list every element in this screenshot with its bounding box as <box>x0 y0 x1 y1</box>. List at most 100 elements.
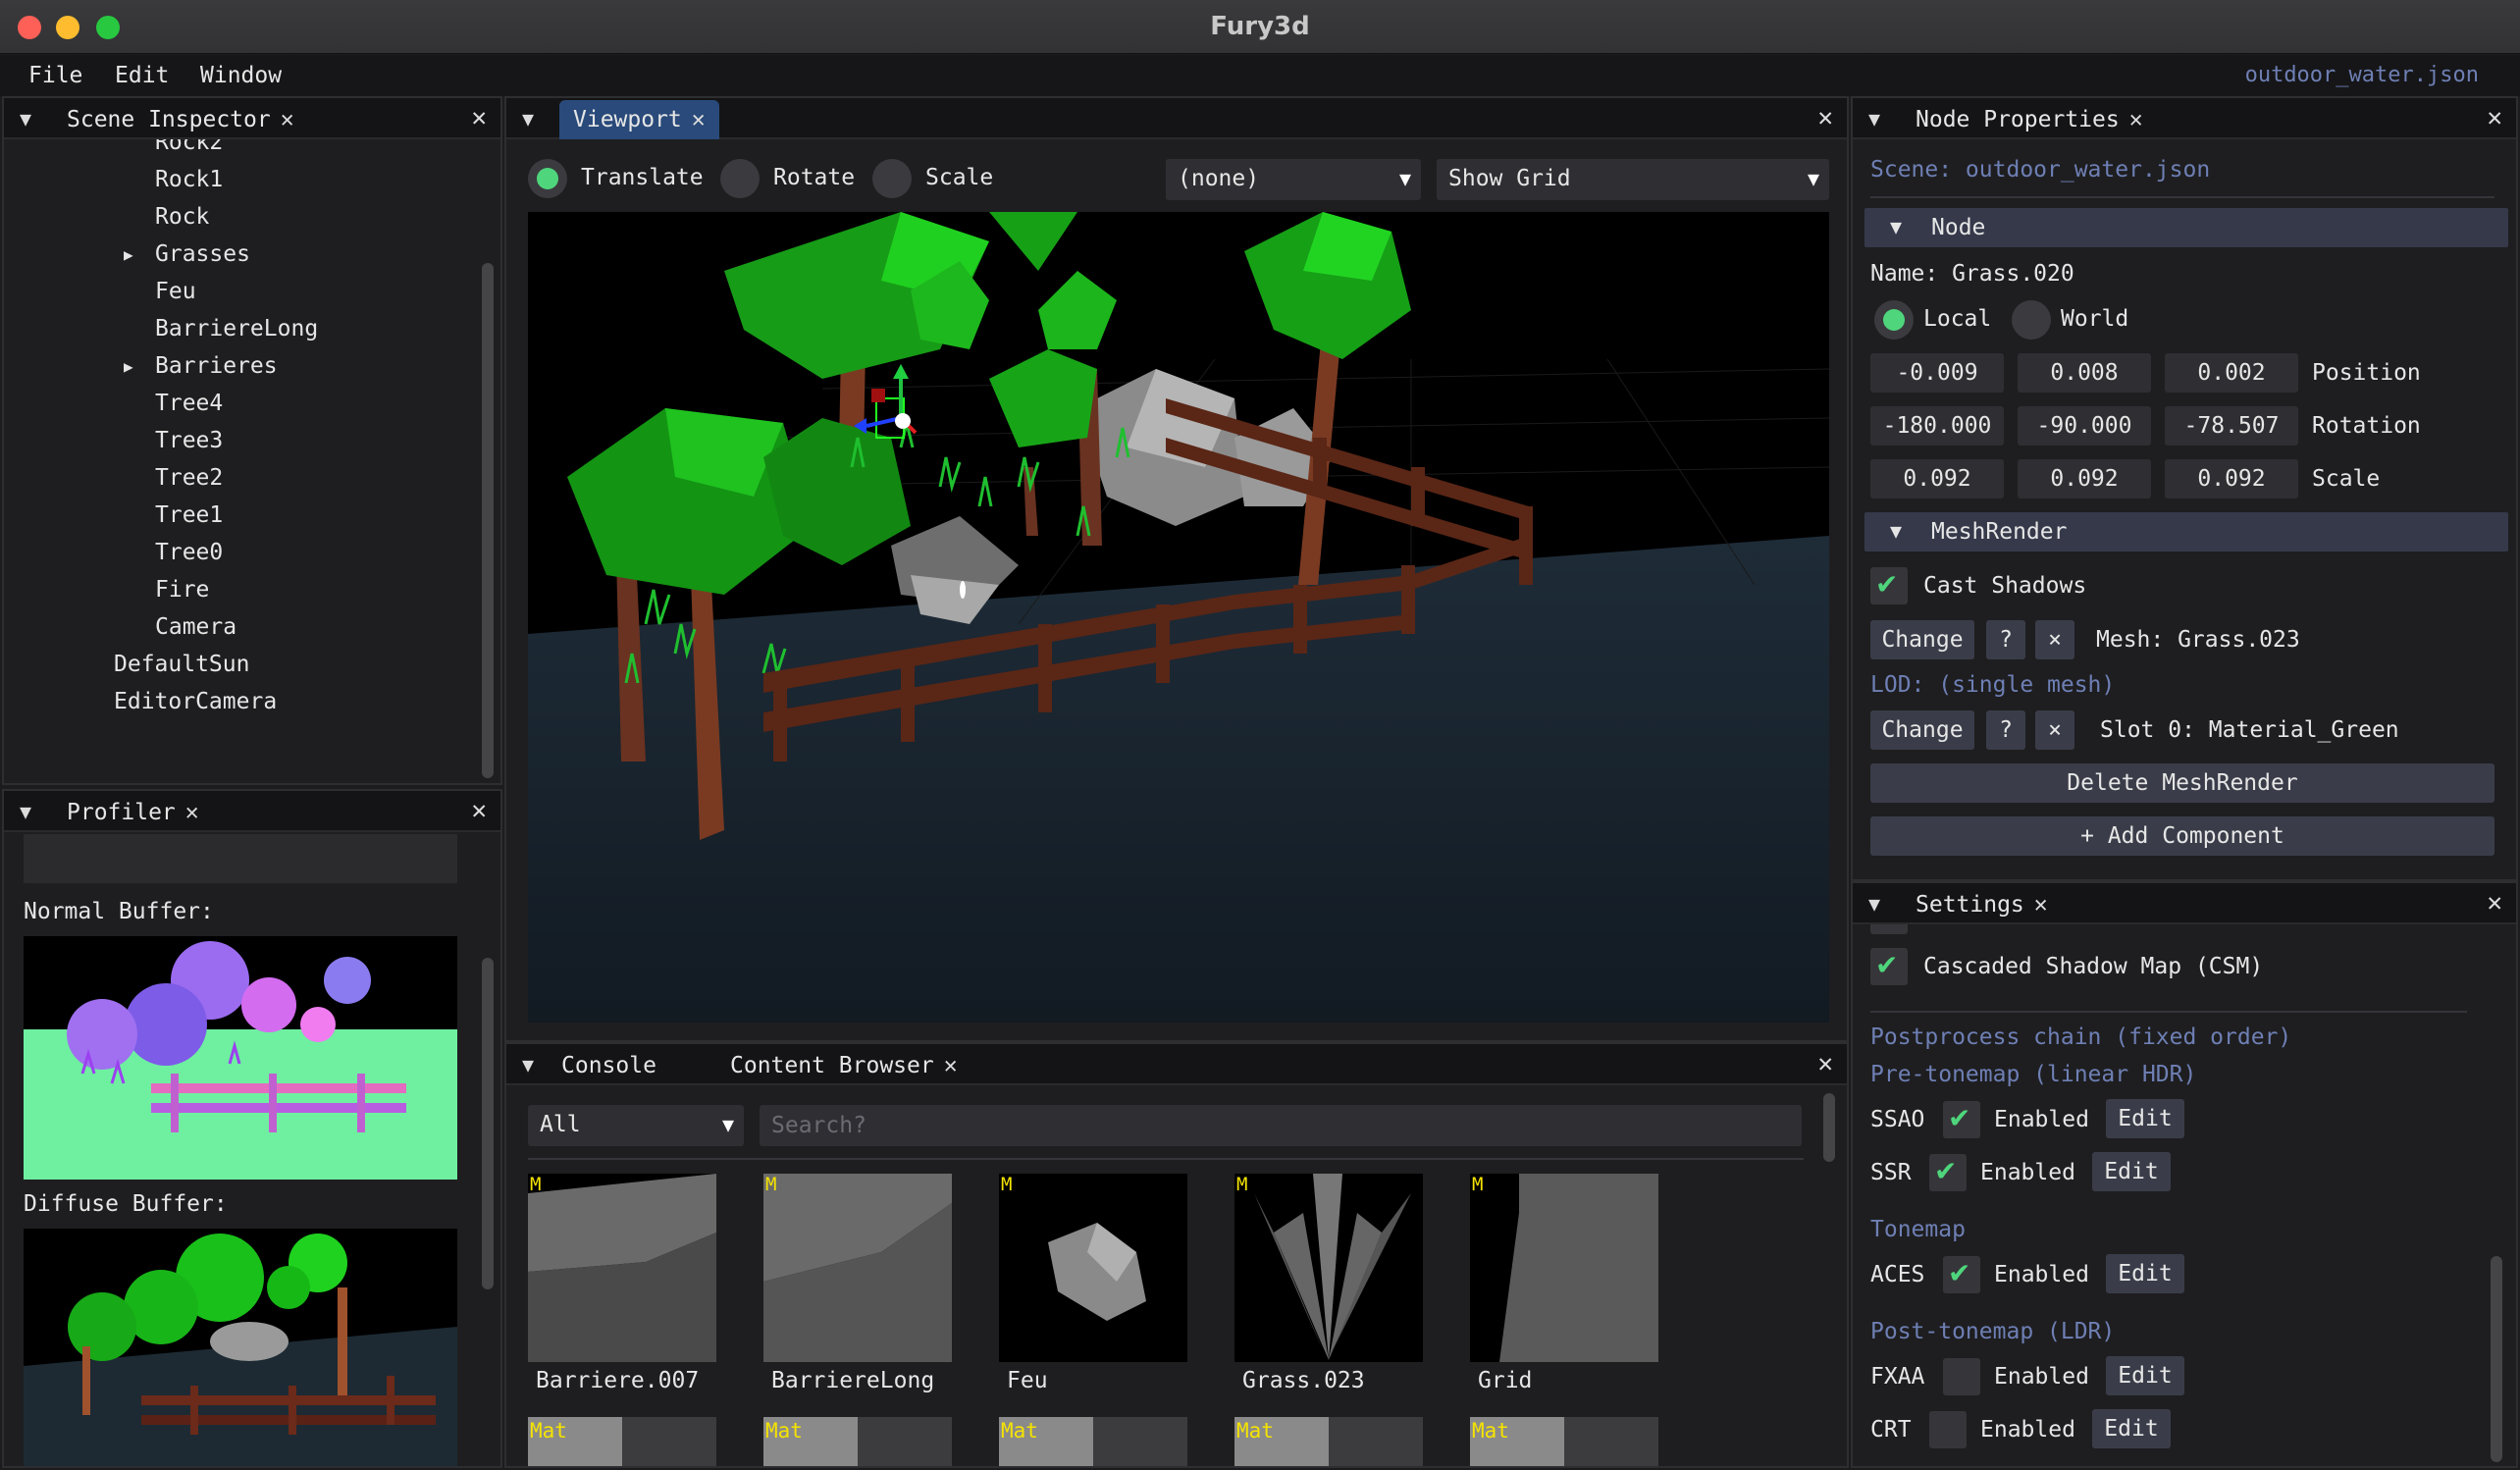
tree-item[interactable]: Tree0 <box>155 540 223 565</box>
material-thumbnail[interactable]: Mat <box>1234 1417 1423 1466</box>
asset-thumbnail[interactable]: M <box>999 1174 1187 1362</box>
meshrender-section-header[interactable]: ▼ MeshRender <box>1864 512 2508 551</box>
viewport-canvas[interactable] <box>528 212 1829 1023</box>
content-browser-scrollbar[interactable] <box>1823 1093 1835 1162</box>
panel-menu-icon[interactable]: ▼ <box>522 1053 534 1076</box>
tree-item[interactable]: Grasses <box>155 241 250 267</box>
asset-search-input[interactable]: Search? <box>760 1105 1802 1146</box>
profiler-scrollbar[interactable] <box>482 958 494 1289</box>
material-thumbnail[interactable]: Mat <box>999 1417 1187 1466</box>
tree-item[interactable]: Tree4 <box>155 391 223 416</box>
tab-viewport[interactable]: Viewport ✕ <box>559 100 719 139</box>
tree-item[interactable]: Barrieres <box>155 353 278 379</box>
grid-select[interactable]: Show Grid ▼ <box>1437 159 1829 200</box>
crt-edit-button[interactable]: Edit <box>2092 1409 2171 1448</box>
scale-z-field[interactable]: 0.092 <box>2165 459 2298 499</box>
panel-close-icon[interactable]: ✕ <box>2487 888 2502 918</box>
panel-close-icon[interactable]: ✕ <box>471 103 487 132</box>
panel-menu-icon[interactable]: ▼ <box>1868 107 1880 131</box>
rotation-z-field[interactable]: -78.507 <box>2165 406 2298 446</box>
change-material-button[interactable]: Change <box>1870 710 1974 750</box>
position-z-field[interactable]: 0.002 <box>2165 353 2298 393</box>
tab-close-icon[interactable]: ✕ <box>692 107 706 132</box>
material-thumbnail[interactable]: Mat <box>1470 1417 1658 1466</box>
cast-shadows-checkbox[interactable] <box>1870 567 1908 604</box>
change-mesh-button[interactable]: Change <box>1870 620 1974 659</box>
menu-file[interactable]: File <box>28 63 82 88</box>
asset-thumbnail[interactable]: M <box>1470 1174 1658 1362</box>
fxaa-edit-button[interactable]: Edit <box>2106 1356 2184 1395</box>
remove-material-button[interactable]: × <box>2035 710 2074 750</box>
node-section-header[interactable]: ▼ Node <box>1864 208 2508 247</box>
rotation-y-field[interactable]: -90.000 <box>2018 406 2151 446</box>
menu-window[interactable]: Window <box>200 63 282 88</box>
asset-thumbnail[interactable]: M <box>1234 1174 1423 1362</box>
panel-menu-icon[interactable]: ▼ <box>20 800 31 823</box>
panel-menu-icon[interactable]: ▼ <box>1868 892 1880 916</box>
tree-item[interactable]: Feu <box>155 279 196 304</box>
expand-arrow-icon[interactable]: ▶ <box>124 245 133 264</box>
remove-mesh-button[interactable]: × <box>2035 620 2074 659</box>
tree-item[interactable]: Camera <box>155 614 236 640</box>
asset-filter-select[interactable]: All ▼ <box>528 1105 744 1146</box>
add-component-button[interactable]: + Add Component <box>1870 816 2494 856</box>
material-thumbnail[interactable]: Mat <box>763 1417 952 1466</box>
tree-item[interactable]: Tree3 <box>155 428 223 453</box>
rotation-x-field[interactable]: -180.000 <box>1870 406 2004 446</box>
tab-console[interactable]: Console <box>548 1046 670 1085</box>
ssao-edit-button[interactable]: Edit <box>2106 1099 2184 1138</box>
tab-close-icon[interactable]: ✕ <box>281 107 294 132</box>
tab-settings[interactable]: Settings ✕ <box>1902 885 2062 924</box>
tab-close-icon[interactable]: ✕ <box>944 1053 958 1078</box>
csm-checkbox[interactable] <box>1870 948 1908 985</box>
camera-select[interactable]: (none) ▼ <box>1166 159 1421 200</box>
asset-thumbnail[interactable]: M <box>763 1174 952 1362</box>
tab-scene-inspector[interactable]: Scene Inspector ✕ <box>53 100 308 139</box>
fxaa-enabled-checkbox[interactable] <box>1943 1358 1980 1395</box>
aces-enabled-checkbox[interactable] <box>1943 1256 1980 1293</box>
tab-content-browser[interactable]: Content Browser ✕ <box>716 1046 971 1085</box>
scale-radio[interactable] <box>872 159 912 198</box>
panel-close-icon[interactable]: ✕ <box>1817 1049 1833 1078</box>
crt-enabled-checkbox[interactable] <box>1929 1411 1967 1448</box>
panel-menu-icon[interactable]: ▼ <box>522 107 534 131</box>
delete-meshrender-button[interactable]: Delete MeshRender <box>1870 763 2494 803</box>
tab-profiler[interactable]: Profiler ✕ <box>53 793 213 832</box>
ssao-enabled-checkbox[interactable] <box>1943 1101 1980 1138</box>
asset-thumbnail[interactable]: M <box>528 1174 716 1362</box>
settings-scrollbar[interactable] <box>2491 1256 2502 1462</box>
tree-item[interactable]: Rock <box>155 204 209 230</box>
tree-item[interactable]: Rock1 <box>155 167 223 192</box>
material-thumbnail[interactable]: Mat <box>528 1417 716 1466</box>
tree-item[interactable]: EditorCamera <box>114 689 277 714</box>
panel-close-icon[interactable]: ✕ <box>1817 103 1833 132</box>
scale-y-field[interactable]: 0.092 <box>2018 459 2151 499</box>
world-radio[interactable] <box>2012 300 2051 340</box>
tree-item[interactable]: Rock2 <box>155 139 223 155</box>
tab-close-icon[interactable]: ✕ <box>185 800 199 825</box>
tab-close-icon[interactable]: ✕ <box>2129 107 2143 132</box>
panel-close-icon[interactable]: ✕ <box>471 796 487 825</box>
material-help-button[interactable]: ? <box>1986 710 2025 750</box>
panel-close-icon[interactable]: ✕ <box>2487 103 2502 132</box>
position-y-field[interactable]: 0.008 <box>2018 353 2151 393</box>
expand-arrow-icon[interactable]: ▶ <box>124 357 133 376</box>
translate-radio[interactable] <box>528 159 567 198</box>
menu-edit[interactable]: Edit <box>115 63 169 88</box>
rotate-radio[interactable] <box>720 159 760 198</box>
tab-close-icon[interactable]: ✕ <box>2034 892 2048 918</box>
aces-edit-button[interactable]: Edit <box>2106 1254 2184 1293</box>
tree-item[interactable]: DefaultSun <box>114 652 249 677</box>
scene-tree-scrollbar[interactable] <box>482 263 494 778</box>
local-radio[interactable] <box>1874 300 1914 340</box>
tree-item[interactable]: Tree2 <box>155 465 223 491</box>
mesh-help-button[interactable]: ? <box>1986 620 2025 659</box>
scale-x-field[interactable]: 0.092 <box>1870 459 2004 499</box>
position-x-field[interactable]: -0.009 <box>1870 353 2004 393</box>
tree-item[interactable]: BarriereLong <box>155 316 318 341</box>
ssr-edit-button[interactable]: Edit <box>2092 1152 2171 1191</box>
tree-item[interactable]: Tree1 <box>155 502 223 528</box>
ssr-enabled-checkbox[interactable] <box>1929 1154 1967 1191</box>
tab-node-properties[interactable]: Node Properties ✕ <box>1902 100 2157 139</box>
tree-item[interactable]: Fire <box>155 577 209 603</box>
